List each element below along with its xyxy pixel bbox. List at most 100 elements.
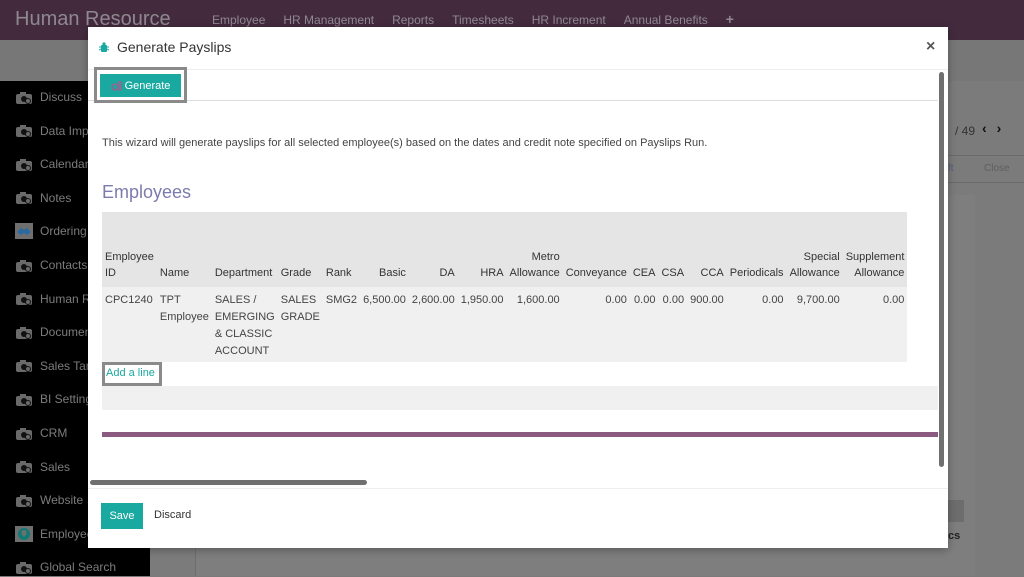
column-header-line1 (363, 249, 406, 265)
column-header[interactable]: Special Allowance (787, 212, 843, 287)
column-header[interactable]: CEA (630, 212, 659, 287)
pager-next-icon[interactable]: › (997, 120, 1012, 136)
sidebar-item[interactable]: Global Search (0, 557, 116, 577)
generate-button[interactable]: Generate (100, 74, 181, 97)
table-cell: 900.00 (687, 287, 727, 365)
column-header[interactable]: Name (157, 212, 212, 287)
pager-prev-icon[interactable]: ‹ (982, 120, 997, 136)
map-pin-icon (15, 525, 33, 542)
background-label: cs (948, 530, 961, 542)
employees-table: Employee ID Name Department Grade Rank Ba… (102, 212, 938, 410)
sidebar-item[interactable]: CRM (0, 423, 67, 443)
column-header[interactable]: Rank (323, 212, 360, 287)
sidebar-item[interactable]: Data Imp (0, 121, 89, 141)
sidebar-item[interactable]: Contacts (0, 255, 87, 275)
status-draft[interactable]: ft (948, 163, 954, 174)
column-header-line2: Allowance (789, 267, 840, 279)
sidebar-item[interactable]: BI Setting (0, 389, 92, 409)
wizard-description: This wizard will generate payslips for a… (102, 137, 708, 149)
menu-employee[interactable]: Employee (212, 13, 265, 27)
sidebar-item-label: Calendar (40, 157, 89, 172)
column-header[interactable]: HRA (458, 212, 507, 287)
sidebar-item[interactable]: Sales (0, 457, 70, 477)
column-header-line1 (661, 249, 684, 265)
column-header[interactable]: Grade (278, 212, 323, 287)
table-cell: 1,600.00 (506, 287, 563, 365)
sidebar-item[interactable]: Employee (0, 524, 93, 544)
column-header-line2: Basic (378, 267, 406, 279)
add-a-line-link[interactable]: Add a line (106, 367, 155, 379)
add-menu-icon[interactable]: + (726, 11, 734, 27)
column-header[interactable]: Employee ID (102, 212, 157, 287)
column-header-line1: Employee (105, 251, 154, 263)
table-row[interactable]: CPC1240 TPT Employee SALES / EMERGING & CLASS… (102, 287, 908, 365)
sidebar-item[interactable]: Ordering (0, 221, 87, 241)
column-header[interactable]: Basic (360, 212, 409, 287)
save-button[interactable]: Save (101, 503, 143, 529)
menu-annual-benefits[interactable]: Annual Benefits (624, 13, 708, 27)
status-close[interactable]: Close (984, 163, 1010, 174)
column-header-line1: Metro (531, 251, 560, 263)
table-cell: SALES GRADE (277, 287, 323, 365)
column-header[interactable]: DA (409, 212, 458, 287)
table-cell: 1,950.00 (457, 287, 507, 365)
sidebar-item[interactable]: Calendar (0, 154, 89, 174)
sidebar-item-label: Documen (40, 325, 92, 340)
sidebar-item[interactable]: Sales Tar (0, 356, 90, 376)
sidebar-item-label: Ordering (40, 224, 87, 239)
modal-footer (88, 488, 948, 548)
cell-text: 6,500.00 (363, 294, 406, 306)
menu-reports[interactable]: Reports (392, 13, 434, 27)
column-header-line2: Allowance (509, 267, 560, 279)
cell-text: EMERGING (214, 311, 275, 323)
employees-section-title: Employees (102, 182, 192, 202)
sidebar-item-label: Human R (40, 291, 91, 306)
table-cell: CPC1240 (102, 287, 157, 365)
column-header-line1: Special (803, 251, 840, 263)
generate-payslips-dialog: Generate Payslips × Generate This wizard… (88, 27, 948, 548)
column-header[interactable]: Department (212, 212, 278, 287)
sidebar-item[interactable]: Notes (0, 188, 71, 208)
sidebar-item-label: Website (40, 493, 84, 508)
sidebar-item[interactable]: Documen (0, 322, 91, 342)
column-header[interactable]: Metro Allowance (507, 212, 563, 287)
sidebar-item[interactable]: Discuss (0, 87, 82, 107)
top-menu: Employee HR Management Reports Timesheet… (212, 11, 734, 27)
menu-timesheets[interactable]: Timesheets (452, 13, 514, 27)
column-header[interactable]: Periodicals (727, 212, 787, 287)
add-line-row (102, 362, 938, 386)
column-header[interactable]: Conveyance (563, 212, 630, 287)
vertical-scrollbar[interactable] (939, 72, 944, 467)
column-header-line2: Allowance (854, 267, 905, 279)
menu-hr-management[interactable]: HR Management (283, 13, 374, 27)
background-block (948, 500, 964, 522)
discard-button[interactable]: Discard (154, 509, 191, 521)
column-header[interactable]: Supplement Allowance (843, 212, 908, 287)
table-cell: 0.00 (658, 287, 688, 365)
sidebar-item[interactable]: Human R (0, 289, 91, 309)
camera-icon (15, 425, 33, 441)
camera-icon (15, 123, 33, 139)
table-cell: TPT Employee (156, 287, 212, 365)
sidebar-item-label: Notes (40, 190, 72, 205)
sidebar-item[interactable]: Website (0, 490, 83, 510)
camera-icon (15, 358, 33, 374)
column-header-line1: Supplement (845, 251, 905, 263)
empty-row (102, 386, 938, 410)
column-header[interactable]: CCA (687, 212, 727, 287)
sidebar-item-label: CRM (40, 426, 68, 440)
cogs-icon (110, 80, 122, 91)
close-icon[interactable]: × (926, 38, 935, 56)
cell-text: 1,950.00 (460, 294, 504, 306)
column-header-line1 (730, 249, 784, 265)
sidebar-item-label: Global Search (40, 560, 117, 575)
cell-text: SALES / (214, 294, 257, 306)
camera-icon (15, 459, 33, 475)
camera-icon (15, 559, 33, 575)
cell-text: TPT (159, 294, 181, 306)
horizontal-scrollbar[interactable] (90, 480, 367, 485)
table-cell: 0.00 (629, 287, 659, 365)
menu-hr-increment[interactable]: HR Increment (532, 13, 606, 27)
column-header[interactable]: CSA (658, 212, 687, 287)
sidebar-item-label: Data Imp (40, 123, 89, 138)
